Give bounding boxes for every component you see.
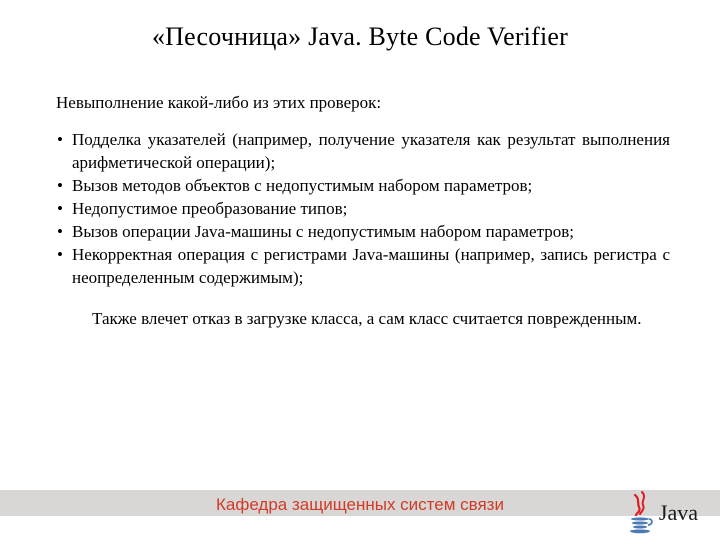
list-item: Некорректная операция с регистрами Java-… [50, 244, 670, 290]
intro-text: Невыполнение какой-либо из этих проверок… [50, 92, 670, 115]
java-logo-text: Java [659, 500, 698, 526]
list-item: Недопустимое преобразование типов; [50, 198, 670, 221]
slide-title: «Песочница» Java. Byte Code Verifier [0, 0, 720, 52]
slide: «Песочница» Java. Byte Code Verifier Нев… [0, 0, 720, 540]
bullet-list: Подделка указателей (например, получение… [50, 129, 670, 290]
java-logo: Java [627, 491, 698, 535]
list-item: Вызов операции Java-машины с недопустимы… [50, 221, 670, 244]
slide-content: Невыполнение какой-либо из этих проверок… [0, 52, 720, 330]
footer-text: Кафедра защищенных систем связи [0, 495, 720, 515]
list-item: Подделка указателей (например, получение… [50, 129, 670, 175]
outro-text: Также влечет отказ в загрузке класса, а … [50, 308, 670, 331]
java-cup-icon [627, 491, 655, 535]
list-item: Вызов методов объектов с недопустимым на… [50, 175, 670, 198]
